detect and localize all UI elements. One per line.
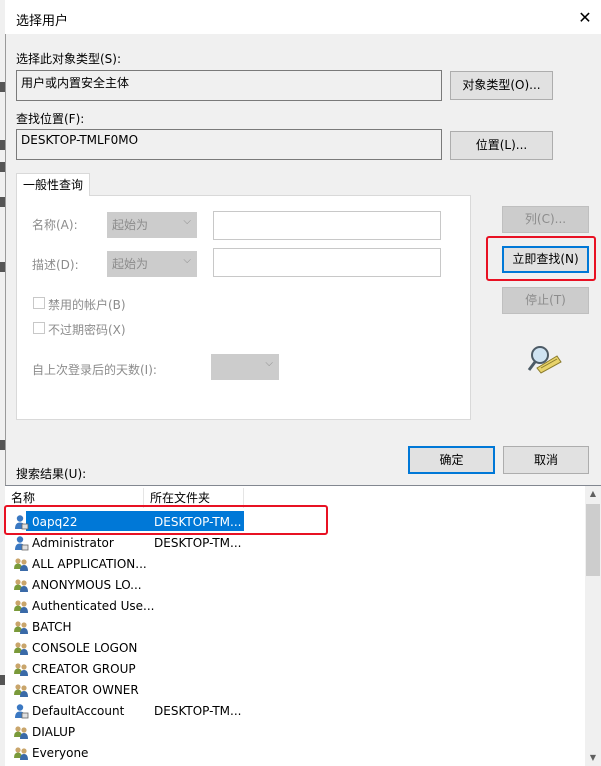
result-folder: DESKTOP-TM... xyxy=(154,536,242,550)
result-name: CREATOR GROUP xyxy=(32,662,136,676)
days-since-logon-label: 自上次登录后的天数(I): xyxy=(32,363,157,377)
description-input[interactable] xyxy=(213,248,441,277)
locations-button[interactable]: 位置(L)... xyxy=(450,131,553,160)
list-item[interactable]: DIALUP xyxy=(5,722,585,743)
name-match-combo[interactable]: 起始为 ⌵ xyxy=(107,212,197,238)
result-name: CREATOR OWNER xyxy=(32,683,139,697)
result-name: BATCH xyxy=(32,620,72,634)
result-folder: DESKTOP-TM... xyxy=(154,704,242,718)
result-name: CONSOLE LOGON xyxy=(32,641,138,655)
columns-button[interactable]: 列(C)... xyxy=(502,206,589,233)
list-item[interactable]: DefaultAccount DESKTOP-TM... xyxy=(5,701,585,722)
chevron-down-icon: ⌵ xyxy=(183,255,191,266)
days-since-logon-combo[interactable]: ⌵ xyxy=(211,354,279,380)
list-item[interactable]: Authenticated Use... xyxy=(5,596,585,617)
non-expiring-password-checkbox[interactable] xyxy=(33,322,45,334)
name-match-value: 起始为 xyxy=(112,218,149,232)
list-item[interactable]: ALL APPLICATION... xyxy=(5,554,585,575)
group-icon xyxy=(14,579,28,592)
scroll-down-icon[interactable]: ▼ xyxy=(585,750,601,766)
stop-button[interactable]: 停止(T) xyxy=(502,287,589,314)
search-results-label: 搜索结果(U): xyxy=(16,467,87,481)
ok-button[interactable]: 确定 xyxy=(408,446,495,474)
result-name: Everyone xyxy=(32,746,89,760)
search-magnifier-icon xyxy=(527,346,562,374)
group-icon xyxy=(14,600,28,613)
result-name: ANONYMOUS LO... xyxy=(32,578,142,592)
location-field: DESKTOP-TMLF0MO xyxy=(16,129,442,160)
description-match-value: 起始为 xyxy=(112,257,149,271)
scrollbar-thumb[interactable] xyxy=(586,504,600,576)
list-item[interactable]: CREATOR GROUP xyxy=(5,659,585,680)
object-type-field: 用户或内置安全主体 xyxy=(16,70,442,101)
title-bar xyxy=(5,0,601,34)
object-type-label: 选择此对象类型(S): xyxy=(16,52,122,66)
group-icon xyxy=(14,621,28,634)
window-title: 选择用户 xyxy=(16,14,69,29)
list-item[interactable]: BATCH xyxy=(5,617,585,638)
group-icon xyxy=(14,663,28,676)
close-icon[interactable]: ✕ xyxy=(572,6,598,30)
disabled-accounts-label: 禁用的帐户(B) xyxy=(48,298,126,312)
description-match-combo[interactable]: 起始为 ⌵ xyxy=(107,251,197,277)
disabled-accounts-checkbox[interactable] xyxy=(33,297,45,309)
name-input[interactable] xyxy=(213,211,441,240)
results-scrollbar[interactable]: ▲ ▼ xyxy=(585,486,601,766)
group-icon xyxy=(14,558,28,571)
list-item[interactable]: ANONYMOUS LO... xyxy=(5,575,585,596)
group-icon xyxy=(14,726,28,739)
list-item[interactable]: CREATOR OWNER xyxy=(5,680,585,701)
find-now-button[interactable]: 立即查找(N) xyxy=(502,246,589,273)
group-icon xyxy=(14,747,28,760)
list-item[interactable]: Everyone xyxy=(5,743,585,764)
list-item[interactable]: Administrator DESKTOP-TM... xyxy=(5,533,585,554)
user-icon xyxy=(15,704,29,719)
description-label: 描述(D): xyxy=(32,258,79,272)
chevron-down-icon: ⌵ xyxy=(183,216,191,227)
list-item[interactable]: CONSOLE LOGON xyxy=(5,638,585,659)
result-name: Administrator xyxy=(32,536,114,550)
cancel-button[interactable]: 取消 xyxy=(503,446,589,474)
user-icon xyxy=(15,536,29,551)
selected-row-annotation xyxy=(4,505,328,535)
non-expiring-password-label: 不过期密码(X) xyxy=(48,323,126,337)
scroll-up-icon[interactable]: ▲ xyxy=(585,486,601,502)
object-types-button[interactable]: 对象类型(O)... xyxy=(450,71,553,100)
chevron-down-icon: ⌵ xyxy=(265,358,273,369)
result-name: DefaultAccount xyxy=(32,704,125,718)
location-label: 查找位置(F): xyxy=(16,112,85,126)
group-icon xyxy=(14,642,28,655)
result-name: Authenticated Use... xyxy=(32,599,155,613)
result-name: DIALUP xyxy=(32,725,76,739)
tab-general-query[interactable]: 一般性查询 xyxy=(16,173,90,196)
result-name: ALL APPLICATION... xyxy=(32,557,147,571)
group-icon xyxy=(14,684,28,697)
name-label: 名称(A): xyxy=(32,218,78,232)
